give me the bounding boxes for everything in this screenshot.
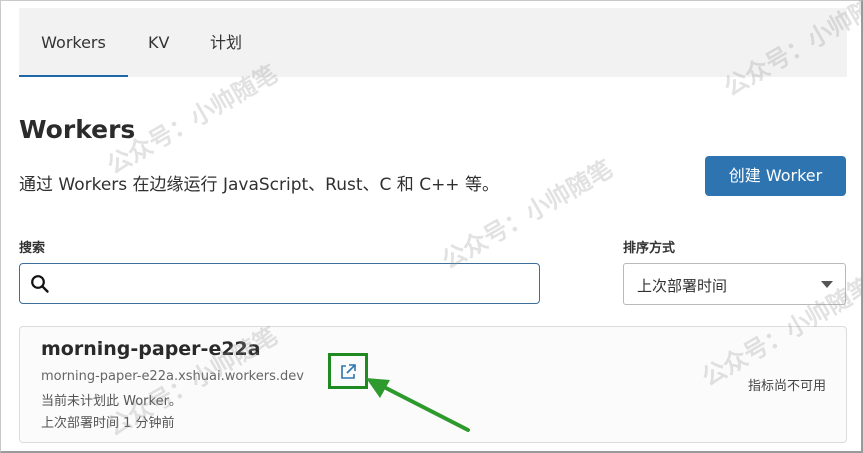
search-label: 搜索 xyxy=(19,241,46,256)
tab-kv[interactable]: KV xyxy=(148,8,169,77)
worker-schedule-status: 当前未计划此 Worker。 xyxy=(41,394,182,409)
sort-selected-value: 上次部署时间 xyxy=(637,277,728,295)
page-description: 通过 Workers 在边缘运行 JavaScript、Rust、C 和 C++… xyxy=(19,175,499,195)
create-worker-button[interactable]: 创建 Worker xyxy=(705,156,846,196)
worker-metrics-status: 指标尚不可用 xyxy=(747,379,826,394)
tab-workers[interactable]: Workers xyxy=(19,8,128,77)
page-title: Workers xyxy=(19,115,136,144)
external-link-icon[interactable] xyxy=(339,363,357,381)
sort-select[interactable]: 上次部署时间 xyxy=(623,263,846,305)
tab-plans[interactable]: 计划 xyxy=(210,8,242,77)
sort-label: 排序方式 xyxy=(623,241,676,256)
annotation-arrow xyxy=(366,378,470,432)
search-field[interactable] xyxy=(19,263,540,304)
search-icon xyxy=(31,275,49,293)
tab-bar: Workers KV 计划 xyxy=(19,8,847,77)
worker-url[interactable]: morning-paper-e22a.xshuai.workers.dev xyxy=(41,369,304,384)
worker-name[interactable]: morning-paper-e22a xyxy=(41,338,261,360)
worker-last-deploy: 上次部署时间 1 分钟前 xyxy=(41,416,175,431)
search-input[interactable] xyxy=(60,270,530,298)
chevron-down-icon xyxy=(821,281,833,288)
